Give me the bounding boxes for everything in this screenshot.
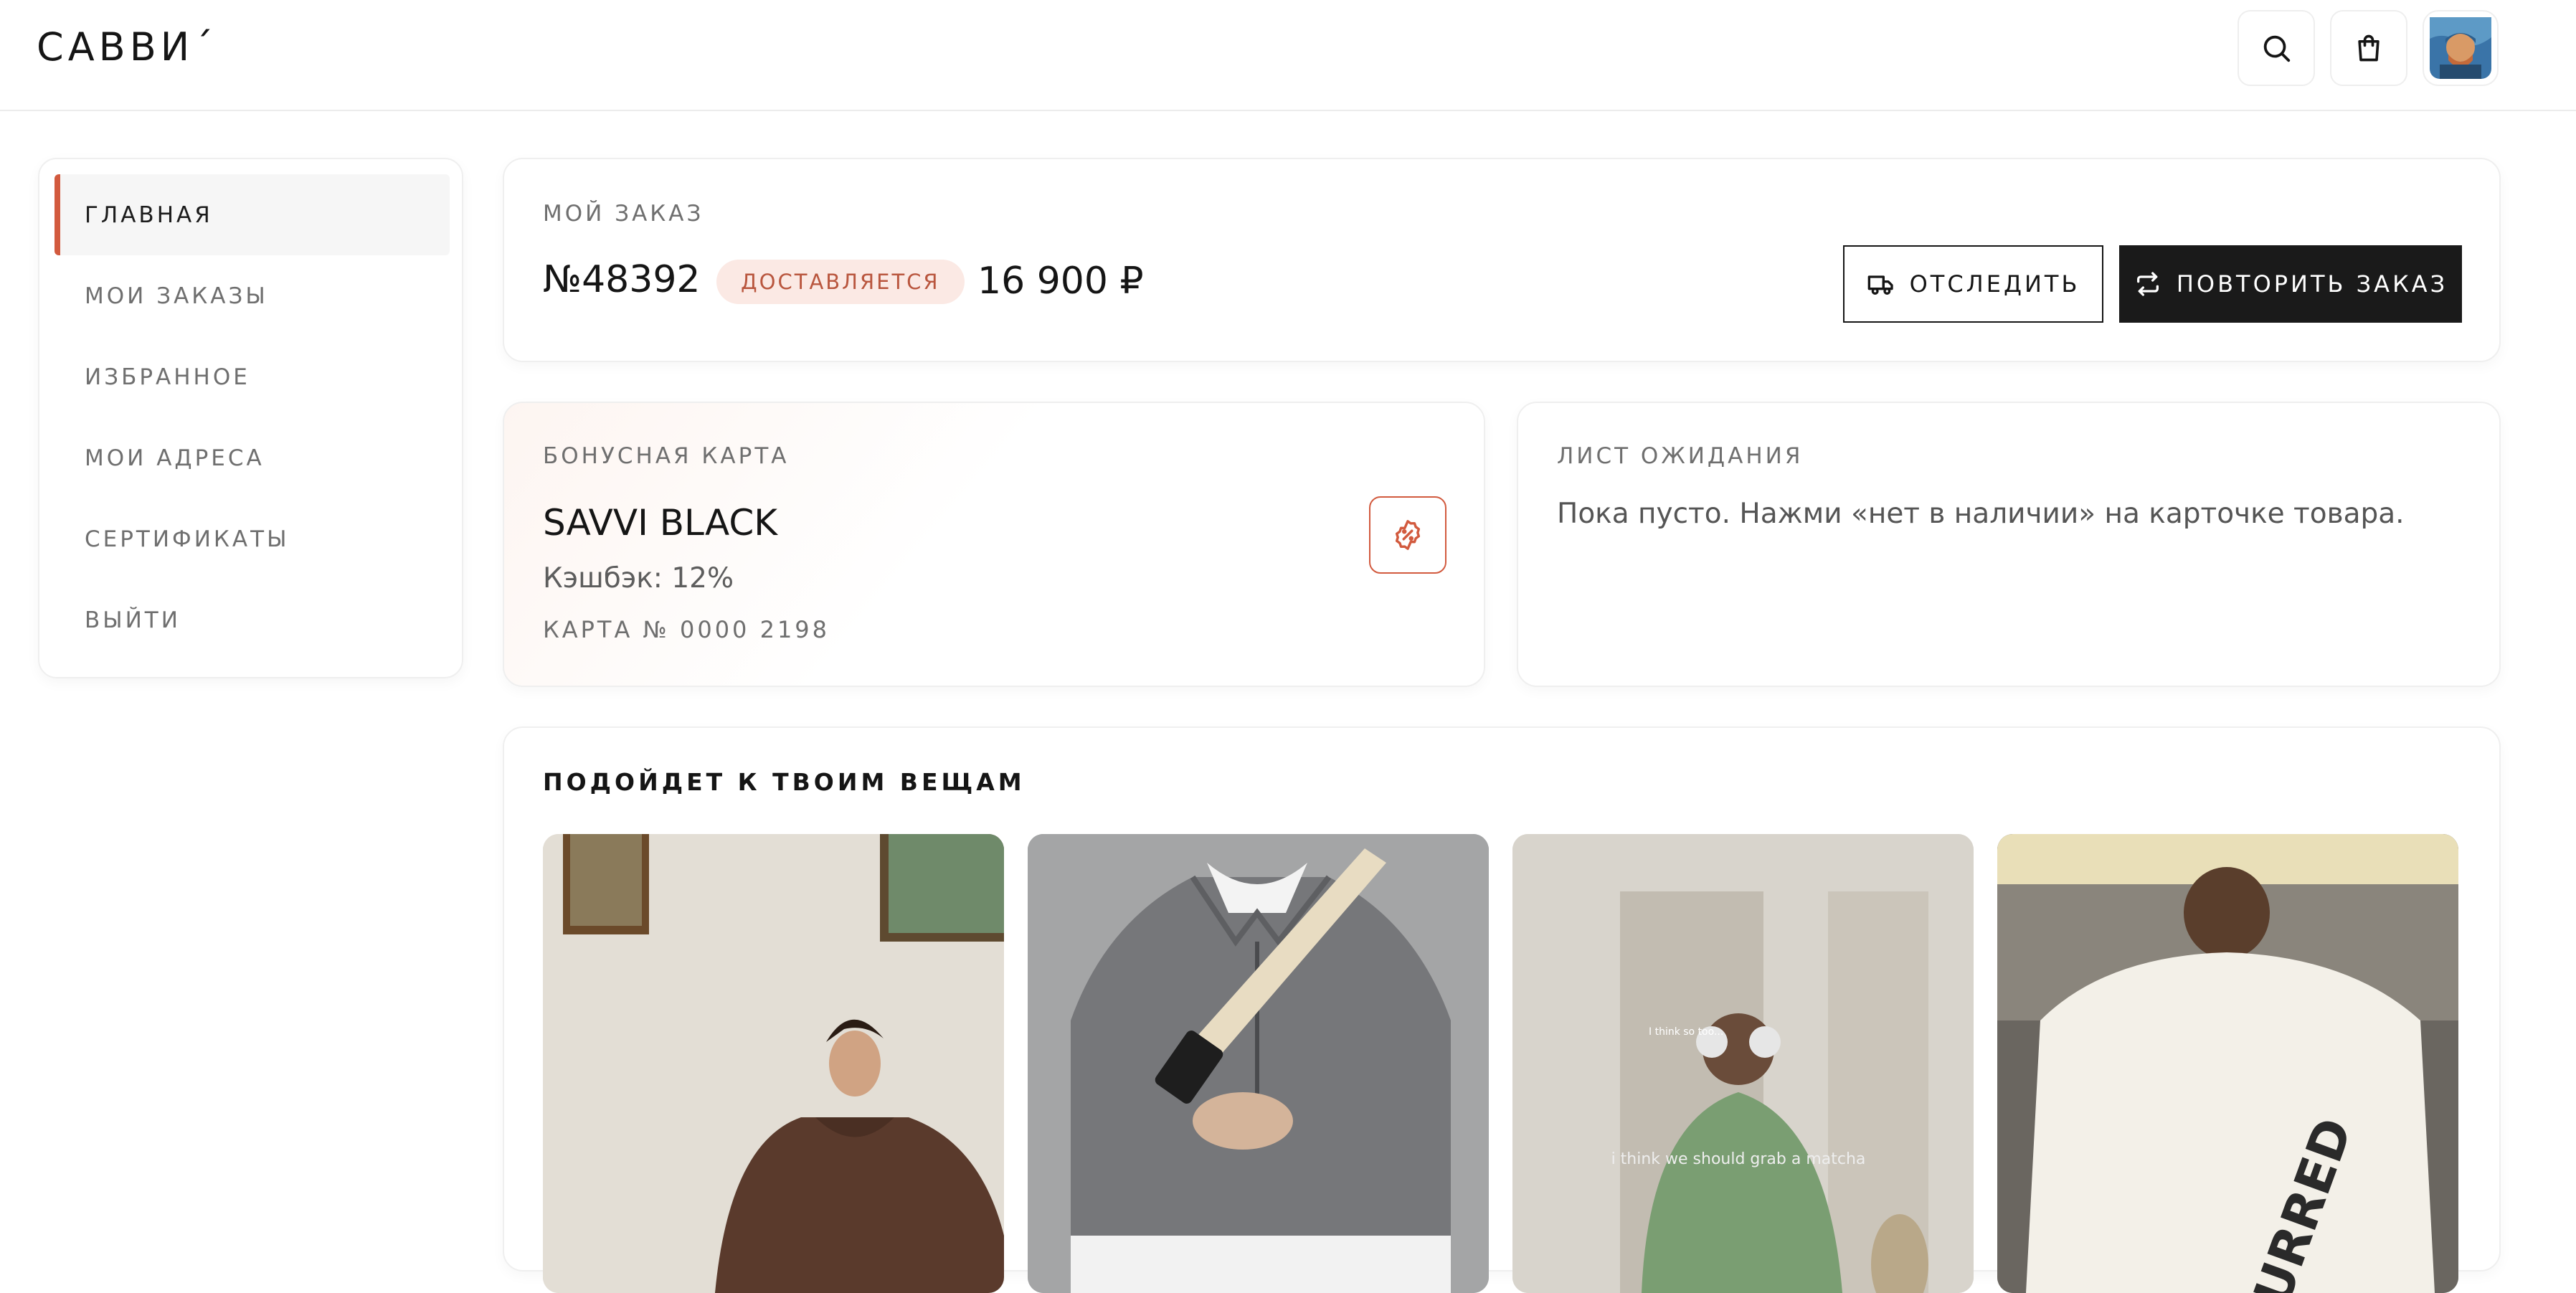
order-caption: МОЙ ЗАКАЗ [543,201,704,227]
sidebar-item-orders[interactable]: МОИ ЗАКАЗЫ [55,255,450,336]
top-header: САВВИ´ [0,0,2576,111]
bonus-card-name: SAVVI BLACK [543,502,778,544]
recommendations-title: ПОДОЙДЕТ К ТВОИМ ВЕЩАМ [543,768,1026,796]
sidebar-item-certificates[interactable]: СЕРТИФИКАТЫ [55,498,450,579]
cashback-rate: Кэшбэк: 12% [543,562,734,595]
search-button[interactable] [2238,10,2315,86]
discount-badge-button[interactable] [1369,496,1446,574]
recommendations-section: ПОДОЙДЕТ К ТВОИМ ВЕЩАМ i think we should… [503,726,2501,1293]
sidebar-item-label: ВЫЙТИ [85,607,181,633]
sweatshirt-print-text: i think we should grab a matcha [1611,1150,1866,1168]
product-card-4[interactable]: BURRED [1997,834,2458,1293]
repeat-order-button[interactable]: ПОВТОРИТЬ ЗАКАЗ [2119,245,2462,323]
truck-icon [1867,275,1893,295]
sidebar-item-home[interactable]: ГЛАВНАЯ [55,174,450,255]
waitlist-caption: ЛИСТ ОЖИДАНИЯ [1557,443,1804,469]
overlay-caption-text: I think so too... [1649,1026,1723,1038]
user-avatar[interactable] [2423,10,2499,86]
cart-button[interactable] [2330,10,2407,86]
shopping-bag-icon [2358,34,2380,62]
my-order-card: МОЙ ЗАКАЗ №48392 ДОСТАВЛЯЕТСЯ 16 900 ₽ О… [503,158,2501,362]
product-card-2[interactable] [1028,834,1489,1293]
sidebar-item-label: МОИ ЗАКАЗЫ [85,283,268,309]
repeat-order-label: ПОВТОРИТЬ ЗАКАЗ [2176,270,2448,298]
sidebar-item-label: ГЛАВНАЯ [85,202,213,228]
sidebar-item-label: ИЗБРАННОЕ [85,364,250,390]
waitlist-card: ЛИСТ ОЖИДАНИЯ Пока пусто. Нажми «нет в н… [1517,402,2501,687]
search-icon [2263,35,2291,62]
order-price: 16 900 ₽ [977,260,1144,303]
order-number: №48392 [543,258,701,301]
sidebar-item-addresses[interactable]: МОИ АДРЕСА [55,417,450,498]
repeat-icon [2136,272,2159,296]
account-sidebar: ГЛАВНАЯ МОИ ЗАКАЗЫ ИЗБРАННОЕ МОИ АДРЕСА … [38,158,463,678]
product-card-1[interactable] [543,834,1004,1293]
track-order-button[interactable]: ОТСЛЕДИТЬ [1843,245,2103,323]
white-tshirt-photo: BURRED [1997,834,2458,1293]
green-sweatshirt-photo: i think we should grab a matcha I think … [1512,834,1974,1293]
sidebar-item-label: СЕРТИФИКАТЫ [85,526,290,552]
discount-badge-icon [1395,520,1421,550]
waitlist-empty-text: Пока пусто. Нажми «нет в наличии» на кар… [1557,498,2405,530]
sidebar-item-label: МОИ АДРЕСА [85,445,265,471]
brand-logo[interactable]: САВВИ´ [37,24,217,70]
bonus-card-panel: БОНУСНАЯ КАРТА SAVVI BLACK Кэшбэк: 12% К… [503,402,1485,687]
product-card-3[interactable]: i think we should grab a matcha I think … [1512,834,1974,1293]
sidebar-item-favorites[interactable]: ИЗБРАННОЕ [55,336,450,417]
bonus-card-number: КАРТА № 0000 2198 [543,616,830,643]
grey-fleece-zip-photo [1028,834,1489,1293]
track-order-label: ОТСЛЕДИТЬ [1909,270,2080,298]
sidebar-item-logout[interactable]: ВЫЙТИ [55,579,450,660]
status-badge: ДОСТАВЛЯЕТСЯ [716,260,965,304]
bonus-caption: БОНУСНАЯ КАРТА [543,443,790,469]
avatar-portrait-image [2430,17,2491,79]
brown-hoodie-photo [543,834,1004,1293]
